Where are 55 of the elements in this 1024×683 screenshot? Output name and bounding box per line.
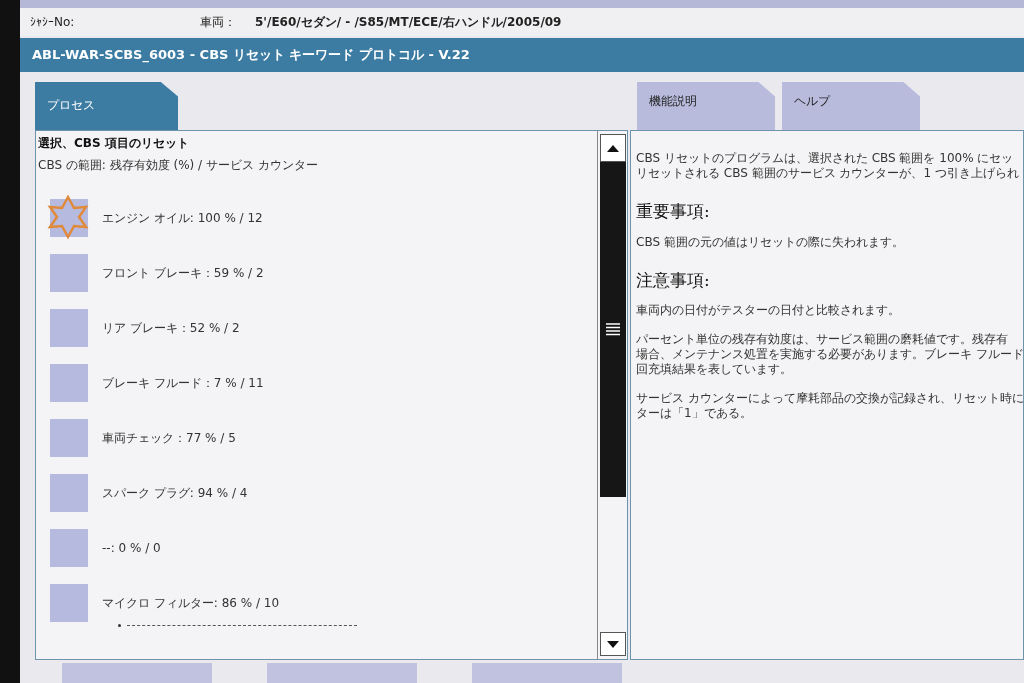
vehicle-label: 車両： (200, 14, 237, 31)
list-item[interactable]: フロント ブレーキ：59 % / 2 (50, 253, 597, 292)
info-text-line: サービス カウンターによって摩耗部品の交換が記録され、リセット時に (636, 391, 1023, 406)
scrollbar[interactable] (597, 131, 627, 659)
item-label: ブレーキ フルード：7 % / 11 (102, 374, 264, 392)
item-checkbox[interactable] (50, 418, 88, 457)
chassis-label: ｼｬｼｰNo: (30, 14, 76, 31)
item-label: 車両チェック：77 % / 5 (102, 429, 236, 447)
info-text-line: 場合、メンテナンス処置を実施する必要があります。ブレーキ フルード (636, 347, 1023, 362)
item-checkbox[interactable] (50, 528, 88, 567)
item-label: エンジン オイル: 100 % / 12 (102, 209, 263, 227)
info-text-line: CBS 範囲の元の値はリセットの際に失われます。 (636, 234, 905, 250)
scroll-thumb[interactable] (599, 162, 626, 497)
tab[interactable]: 機能説明 (637, 82, 775, 130)
bottom-button[interactable] (472, 663, 622, 683)
bottom-button[interactable] (267, 663, 417, 683)
item-label: フロント ブレーキ：59 % / 2 (102, 264, 264, 282)
tab[interactable]: ヘルプ (782, 82, 920, 130)
list-item[interactable]: --: 0 % / 0 (50, 528, 597, 567)
section-heading: 注意事項: (636, 268, 711, 292)
item-checkbox[interactable] (50, 473, 88, 512)
item-label: リア ブレーキ：52 % / 2 (102, 319, 240, 337)
info-text-line: ターは「1」である。 (636, 406, 753, 421)
panel-subheading: CBS の範囲: 残存有効度 (%) / サービス カウンター (38, 157, 319, 174)
info-text-line: リセットされる CBS 範囲のサービス カウンターが、1 つ引き上げられ (636, 166, 1020, 181)
item-label: --: 0 % / 0 (102, 539, 161, 557)
info-text-line: CBS リセットのプログラムは、選択された CBS 範囲を 100% にセッ (636, 151, 1015, 166)
bullet-icon (118, 624, 121, 627)
info-text-line: パーセント単位の残存有効度は、サービス範囲の磨耗値です。残存有 (636, 332, 1009, 347)
item-checkbox[interactable] (50, 253, 88, 292)
list-item[interactable]: スパーク プラグ: 94 % / 4 (50, 473, 597, 512)
scroll-down-button[interactable] (599, 632, 626, 656)
list-item[interactable]: 車両チェック：77 % / 5 (50, 418, 597, 457)
vehicle-value: 5'/E60/セダン/ - /S85/MT/ECE/右ハンドル/2005/09 (255, 14, 562, 31)
info-text-line: 回充填結果を表しています。 (636, 362, 793, 377)
down-triangle-icon (606, 640, 619, 648)
grip-icon (605, 323, 620, 336)
item-label: スパーク プラグ: 94 % / 4 (102, 484, 248, 502)
scroll-up-button[interactable] (599, 134, 626, 162)
list-item[interactable]: マイクロ フィルター: 86 % / 10 (50, 583, 597, 622)
item-label: マイクロ フィルター: 86 % / 10 (102, 594, 280, 612)
panel-heading: 選択、CBS 項目のリセット (38, 135, 190, 152)
bottom-button[interactable] (62, 663, 212, 683)
tab[interactable]: プロセス (35, 82, 178, 130)
item-checkbox[interactable] (50, 363, 88, 402)
up-triangle-icon (606, 144, 619, 152)
list-item[interactable]: リア ブレーキ：52 % / 2 (50, 308, 597, 347)
list-item[interactable]: エンジン オイル: 100 % / 12 (50, 198, 597, 237)
list-item[interactable]: ブレーキ フルード：7 % / 11 (50, 363, 597, 402)
info-text-line: 車両内の日付がテスターの日付と比較されます。 (636, 303, 901, 318)
item-checkbox[interactable] (50, 583, 88, 622)
window-title: ABL-WAR-SCBS_6003 - CBS リセット キーワード プロトコル - V.22 (20, 38, 1024, 72)
star-icon (45, 193, 91, 240)
section-heading: 重要事項: (636, 200, 711, 223)
item-checkbox[interactable] (50, 308, 88, 347)
